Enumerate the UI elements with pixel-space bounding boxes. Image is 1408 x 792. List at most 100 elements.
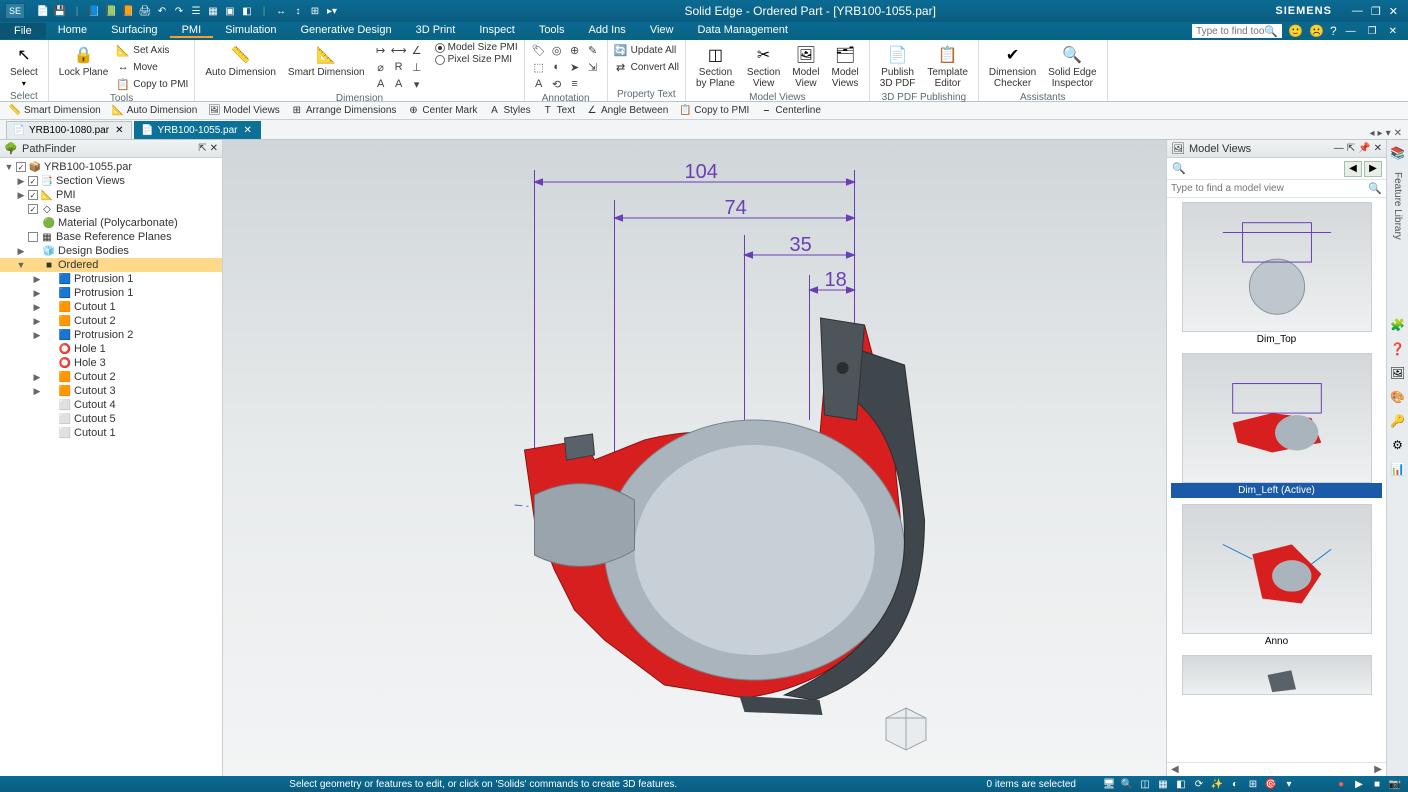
annot-icon-5[interactable]: ⬚ [531, 59, 547, 75]
set-axis-button[interactable]: 📐Set Axis [116, 42, 188, 58]
annot-icon-11[interactable]: ≡ [567, 76, 583, 92]
dim-icon-2[interactable]: ⟷ [391, 42, 407, 58]
tree-item[interactable]: ✓◇Base [0, 202, 222, 216]
annot-icon-4[interactable]: ✎ [585, 42, 601, 58]
rail-lib-icon[interactable]: 📚 [1389, 144, 1407, 162]
cmd-model-views[interactable]: 🖼Model Views [203, 104, 284, 118]
qat-icon-4[interactable]: ▦ [206, 4, 220, 18]
status-cam-icon[interactable]: 📷 [1388, 778, 1402, 790]
publish-3dpdf-button[interactable]: 📄Publish3D PDF [876, 42, 920, 91]
panel-close-icon[interactable]: ✕ [210, 143, 218, 154]
help-icon[interactable]: ? [1330, 24, 1337, 38]
status-rec-icon[interactable]: ● [1334, 778, 1348, 790]
qat-icon-5[interactable]: ▣ [223, 4, 237, 18]
mv-scroll-left-icon[interactable]: ◀ [1171, 764, 1179, 775]
doc-close-icon[interactable]: ✕ [1386, 26, 1400, 37]
cmd-arrange-dimensions[interactable]: ⊞Arrange Dimensions [286, 104, 401, 118]
rail-icon-2[interactable]: ❓ [1389, 340, 1407, 358]
rail-icon-6[interactable]: ⚙ [1389, 436, 1407, 454]
mv-prev-icon[interactable]: ◀ [1344, 161, 1362, 177]
qat-list-icon[interactable]: ☰ [189, 4, 203, 18]
status-icon-8[interactable]: ◐ [1228, 778, 1242, 790]
qat-icon-1[interactable]: 📘 [87, 4, 101, 18]
convert-all-button[interactable]: ⇄Convert All [614, 59, 679, 75]
qat-align-icon[interactable]: ⊞ [308, 4, 322, 18]
rail-icon-1[interactable]: 🧩 [1389, 316, 1407, 334]
mv-item-dim-top[interactable]: Dim_Top [1171, 202, 1382, 347]
tree-item[interactable]: ▶🟦Protrusion 1 [0, 272, 222, 286]
status-icon-9[interactable]: ⊞ [1246, 778, 1260, 790]
tree-item[interactable]: ▶🟧Cutout 3 [0, 384, 222, 398]
tab-nav-prev-icon[interactable]: ◂ [1370, 128, 1375, 139]
doc-restore-icon[interactable]: ❐ [1365, 26, 1380, 37]
tree-item[interactable]: ▶🟧Cutout 1 [0, 300, 222, 314]
dim-35[interactable]: 35 [790, 234, 812, 256]
menu-surfacing[interactable]: Surfacing [99, 24, 169, 38]
tool-search[interactable]: 🔍 [1192, 24, 1282, 38]
doc-tab[interactable]: 📄YRB100-1080.par✕ [6, 121, 132, 139]
tool-search-input[interactable] [1196, 26, 1264, 37]
app-icon[interactable]: SE [5, 3, 25, 19]
tree-item[interactable]: ▶✓📑Section Views [0, 174, 222, 188]
annot-icon-7[interactable]: ➤ [567, 59, 583, 75]
qat-new-icon[interactable]: 📄 [36, 4, 50, 18]
auto-dimension-button[interactable]: 📏 Auto Dimension [201, 42, 280, 80]
menu-file[interactable]: File [0, 23, 46, 39]
dim-icon-5[interactable]: R [391, 59, 407, 75]
status-icon-3[interactable]: ◫ [1138, 778, 1152, 790]
dim-104[interactable]: 104 [685, 161, 718, 183]
annot-icon-1[interactable]: 🏷 [531, 42, 547, 58]
status-icon-10[interactable]: 🎯 [1264, 778, 1278, 790]
menu-3d-print[interactable]: 3D Print [404, 24, 468, 38]
smart-dimension-button[interactable]: 📐 Smart Dimension [284, 42, 369, 80]
template-editor-button[interactable]: 📋TemplateEditor [923, 42, 972, 91]
qat-redo-icon[interactable]: ↷ [172, 4, 186, 18]
text-a-icon[interactable]: A [373, 76, 389, 92]
update-all-button[interactable]: 🔄Update All [614, 42, 679, 58]
cmd-styles[interactable]: AStyles [483, 104, 534, 118]
cmd-angle-between[interactable]: ∠Angle Between [581, 104, 672, 118]
model-size-pmi-radio[interactable]: Model Size PMI [435, 42, 518, 53]
tree-item[interactable]: 🟢Material (Polycarbonate) [0, 216, 222, 230]
dim-18[interactable]: 18 [825, 269, 847, 291]
pathfinder-header[interactable]: 🌳 PathFinder ⇱ ✕ [0, 140, 222, 158]
search-icon[interactable]: 🔍 [1264, 25, 1278, 38]
tree-item[interactable]: ▼■Ordered [0, 258, 222, 272]
select-button[interactable]: ↖ Select ▾ [6, 42, 42, 90]
qat-icon-3[interactable]: 📙 [121, 4, 135, 18]
qat-icon-2[interactable]: 📗 [104, 4, 118, 18]
dimension-checker-button[interactable]: ✔DimensionChecker [985, 42, 1040, 91]
rail-icon-7[interactable]: 📊 [1389, 460, 1407, 478]
tab-menu-icon[interactable]: ▾ [1386, 128, 1391, 139]
status-icon-11[interactable]: ▾ [1282, 778, 1296, 790]
qat-dim-icon[interactable]: ↔ [274, 4, 288, 18]
annot-icon-8[interactable]: ⇲ [585, 59, 601, 75]
tree-item[interactable]: ▦Base Reference Planes [0, 230, 222, 244]
pathfinder-tree[interactable]: ▼✓ 📦 YRB100-1055.par ▶✓📑Section Views▶✓📐… [0, 158, 222, 776]
mv-menu-icon[interactable]: ⇱ [1347, 143, 1355, 154]
status-icon-4[interactable]: ▦ [1156, 778, 1170, 790]
tab-close-icon[interactable]: ✕ [1394, 128, 1402, 139]
status-stop-icon[interactable]: ■ [1370, 778, 1384, 790]
lock-plane-button[interactable]: 🔒 Lock Plane [55, 42, 112, 80]
dim-more-icon[interactable]: ▾ [409, 76, 425, 92]
tree-item[interactable]: ▶🟧Cutout 2 [0, 370, 222, 384]
annot-icon-10[interactable]: ⟲ [549, 76, 565, 92]
status-icon-5[interactable]: ◧ [1174, 778, 1188, 790]
menu-add-ins[interactable]: Add Ins [577, 24, 638, 38]
menu-data-management[interactable]: Data Management [685, 24, 800, 38]
tree-item[interactable]: ▶✓📐PMI [0, 188, 222, 202]
text-a2-icon[interactable]: A [391, 76, 407, 92]
status-icon-6[interactable]: ⟳ [1192, 778, 1206, 790]
copy-to-pmi-button[interactable]: 📋Copy to PMI [116, 76, 188, 92]
rail-icon-4[interactable]: 🎨 [1389, 388, 1407, 406]
model-views-header[interactable]: 🖼 Model Views — ⇱ 📌 ✕ [1167, 140, 1386, 158]
qat-icon-6[interactable]: ◧ [240, 4, 254, 18]
cmd-center-mark[interactable]: ⊕Center Mark [402, 104, 481, 118]
mv-pin-icon[interactable]: 📌 [1358, 143, 1370, 154]
status-icon-1[interactable]: 🖥 [1102, 778, 1116, 790]
status-play-icon[interactable]: ▶ [1352, 778, 1366, 790]
se-inspector-button[interactable]: 🔍Solid EdgeInspector [1044, 42, 1100, 91]
panel-menu-icon[interactable]: ⇱ [198, 143, 206, 154]
status-icon-7[interactable]: ✨ [1210, 778, 1224, 790]
